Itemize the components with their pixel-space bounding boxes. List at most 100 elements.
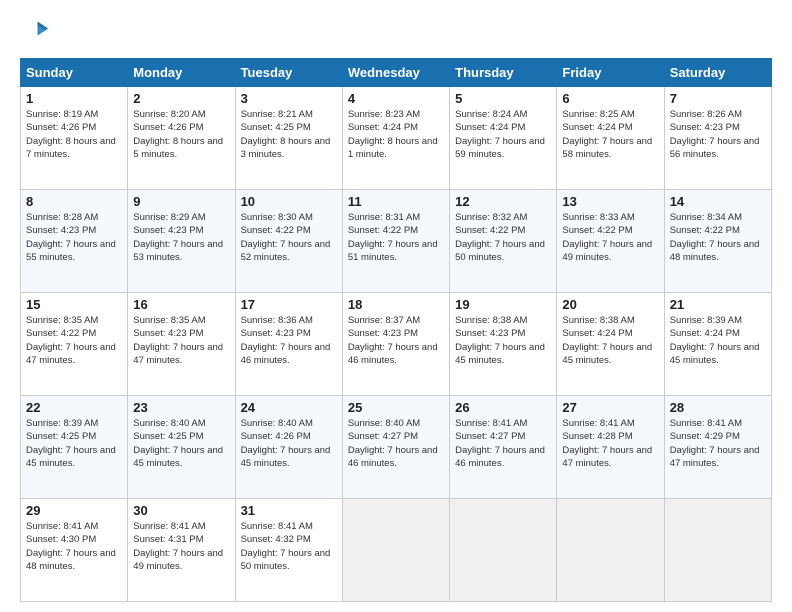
day-number: 15 [26,297,122,312]
day-number: 28 [670,400,766,415]
day-number: 1 [26,91,122,106]
calendar-day-30: 30 Sunrise: 8:41 AM Sunset: 4:31 PM Dayl… [128,499,235,602]
day-number: 7 [670,91,766,106]
day-number: 19 [455,297,551,312]
calendar-day-18: 18 Sunrise: 8:37 AM Sunset: 4:23 PM Dayl… [342,293,449,396]
day-header-wednesday: Wednesday [342,59,449,87]
day-number: 10 [241,194,337,209]
day-header-friday: Friday [557,59,664,87]
day-info: Sunrise: 8:38 AM Sunset: 4:24 PM Dayligh… [562,315,652,366]
calendar-day-16: 16 Sunrise: 8:35 AM Sunset: 4:23 PM Dayl… [128,293,235,396]
day-header-sunday: Sunday [21,59,128,87]
calendar-day-6: 6 Sunrise: 8:25 AM Sunset: 4:24 PM Dayli… [557,87,664,190]
day-info: Sunrise: 8:25 AM Sunset: 4:24 PM Dayligh… [562,109,652,160]
calendar-day-5: 5 Sunrise: 8:24 AM Sunset: 4:24 PM Dayli… [450,87,557,190]
calendar-day-28: 28 Sunrise: 8:41 AM Sunset: 4:29 PM Dayl… [664,396,771,499]
day-info: Sunrise: 8:33 AM Sunset: 4:22 PM Dayligh… [562,212,652,263]
day-number: 9 [133,194,229,209]
day-info: Sunrise: 8:30 AM Sunset: 4:22 PM Dayligh… [241,212,331,263]
day-number: 21 [670,297,766,312]
day-number: 11 [348,194,444,209]
day-number: 5 [455,91,551,106]
day-number: 30 [133,503,229,518]
day-number: 20 [562,297,658,312]
calendar-day-10: 10 Sunrise: 8:30 AM Sunset: 4:22 PM Dayl… [235,190,342,293]
calendar-week-row: 8 Sunrise: 8:28 AM Sunset: 4:23 PM Dayli… [21,190,772,293]
calendar-header-row: SundayMondayTuesdayWednesdayThursdayFrid… [21,59,772,87]
logo [20,18,52,46]
day-number: 23 [133,400,229,415]
day-number: 14 [670,194,766,209]
day-info: Sunrise: 8:26 AM Sunset: 4:23 PM Dayligh… [670,109,760,160]
day-info: Sunrise: 8:24 AM Sunset: 4:24 PM Dayligh… [455,109,545,160]
day-header-thursday: Thursday [450,59,557,87]
day-info: Sunrise: 8:29 AM Sunset: 4:23 PM Dayligh… [133,212,223,263]
day-info: Sunrise: 8:34 AM Sunset: 4:22 PM Dayligh… [670,212,760,263]
calendar-week-row: 22 Sunrise: 8:39 AM Sunset: 4:25 PM Dayl… [21,396,772,499]
calendar-day-23: 23 Sunrise: 8:40 AM Sunset: 4:25 PM Dayl… [128,396,235,499]
day-number: 4 [348,91,444,106]
day-info: Sunrise: 8:20 AM Sunset: 4:26 PM Dayligh… [133,109,223,160]
day-header-tuesday: Tuesday [235,59,342,87]
day-info: Sunrise: 8:39 AM Sunset: 4:24 PM Dayligh… [670,315,760,366]
day-number: 24 [241,400,337,415]
calendar-day-9: 9 Sunrise: 8:29 AM Sunset: 4:23 PM Dayli… [128,190,235,293]
day-info: Sunrise: 8:35 AM Sunset: 4:23 PM Dayligh… [133,315,223,366]
calendar-day-15: 15 Sunrise: 8:35 AM Sunset: 4:22 PM Dayl… [21,293,128,396]
calendar-table: SundayMondayTuesdayWednesdayThursdayFrid… [20,58,772,602]
calendar-day-2: 2 Sunrise: 8:20 AM Sunset: 4:26 PM Dayli… [128,87,235,190]
day-info: Sunrise: 8:21 AM Sunset: 4:25 PM Dayligh… [241,109,331,160]
day-number: 16 [133,297,229,312]
calendar-day-4: 4 Sunrise: 8:23 AM Sunset: 4:24 PM Dayli… [342,87,449,190]
calendar-day-19: 19 Sunrise: 8:38 AM Sunset: 4:23 PM Dayl… [450,293,557,396]
day-info: Sunrise: 8:38 AM Sunset: 4:23 PM Dayligh… [455,315,545,366]
calendar-day-24: 24 Sunrise: 8:40 AM Sunset: 4:26 PM Dayl… [235,396,342,499]
day-number: 27 [562,400,658,415]
page: SundayMondayTuesdayWednesdayThursdayFrid… [0,0,792,612]
day-header-monday: Monday [128,59,235,87]
day-number: 2 [133,91,229,106]
calendar-empty-cell [342,499,449,602]
calendar-week-row: 15 Sunrise: 8:35 AM Sunset: 4:22 PM Dayl… [21,293,772,396]
day-number: 22 [26,400,122,415]
calendar-empty-cell [557,499,664,602]
calendar-day-7: 7 Sunrise: 8:26 AM Sunset: 4:23 PM Dayli… [664,87,771,190]
day-info: Sunrise: 8:40 AM Sunset: 4:27 PM Dayligh… [348,418,438,469]
calendar-empty-cell [450,499,557,602]
calendar-day-26: 26 Sunrise: 8:41 AM Sunset: 4:27 PM Dayl… [450,396,557,499]
day-info: Sunrise: 8:35 AM Sunset: 4:22 PM Dayligh… [26,315,116,366]
header [20,18,772,46]
calendar-week-row: 29 Sunrise: 8:41 AM Sunset: 4:30 PM Dayl… [21,499,772,602]
day-number: 29 [26,503,122,518]
day-info: Sunrise: 8:41 AM Sunset: 4:30 PM Dayligh… [26,521,116,572]
calendar-day-21: 21 Sunrise: 8:39 AM Sunset: 4:24 PM Dayl… [664,293,771,396]
calendar-day-13: 13 Sunrise: 8:33 AM Sunset: 4:22 PM Dayl… [557,190,664,293]
day-info: Sunrise: 8:37 AM Sunset: 4:23 PM Dayligh… [348,315,438,366]
day-number: 3 [241,91,337,106]
day-info: Sunrise: 8:41 AM Sunset: 4:29 PM Dayligh… [670,418,760,469]
day-info: Sunrise: 8:36 AM Sunset: 4:23 PM Dayligh… [241,315,331,366]
day-info: Sunrise: 8:32 AM Sunset: 4:22 PM Dayligh… [455,212,545,263]
day-info: Sunrise: 8:41 AM Sunset: 4:32 PM Dayligh… [241,521,331,572]
calendar-day-29: 29 Sunrise: 8:41 AM Sunset: 4:30 PM Dayl… [21,499,128,602]
day-info: Sunrise: 8:23 AM Sunset: 4:24 PM Dayligh… [348,109,438,160]
day-number: 25 [348,400,444,415]
calendar-day-12: 12 Sunrise: 8:32 AM Sunset: 4:22 PM Dayl… [450,190,557,293]
day-info: Sunrise: 8:28 AM Sunset: 4:23 PM Dayligh… [26,212,116,263]
day-number: 17 [241,297,337,312]
day-header-saturday: Saturday [664,59,771,87]
calendar-day-20: 20 Sunrise: 8:38 AM Sunset: 4:24 PM Dayl… [557,293,664,396]
day-number: 12 [455,194,551,209]
calendar-day-27: 27 Sunrise: 8:41 AM Sunset: 4:28 PM Dayl… [557,396,664,499]
logo-icon [20,18,48,46]
day-info: Sunrise: 8:41 AM Sunset: 4:31 PM Dayligh… [133,521,223,572]
day-info: Sunrise: 8:40 AM Sunset: 4:25 PM Dayligh… [133,418,223,469]
calendar-day-8: 8 Sunrise: 8:28 AM Sunset: 4:23 PM Dayli… [21,190,128,293]
calendar-empty-cell [664,499,771,602]
day-number: 8 [26,194,122,209]
calendar-day-25: 25 Sunrise: 8:40 AM Sunset: 4:27 PM Dayl… [342,396,449,499]
calendar-week-row: 1 Sunrise: 8:19 AM Sunset: 4:26 PM Dayli… [21,87,772,190]
day-info: Sunrise: 8:41 AM Sunset: 4:27 PM Dayligh… [455,418,545,469]
day-number: 31 [241,503,337,518]
calendar-day-3: 3 Sunrise: 8:21 AM Sunset: 4:25 PM Dayli… [235,87,342,190]
